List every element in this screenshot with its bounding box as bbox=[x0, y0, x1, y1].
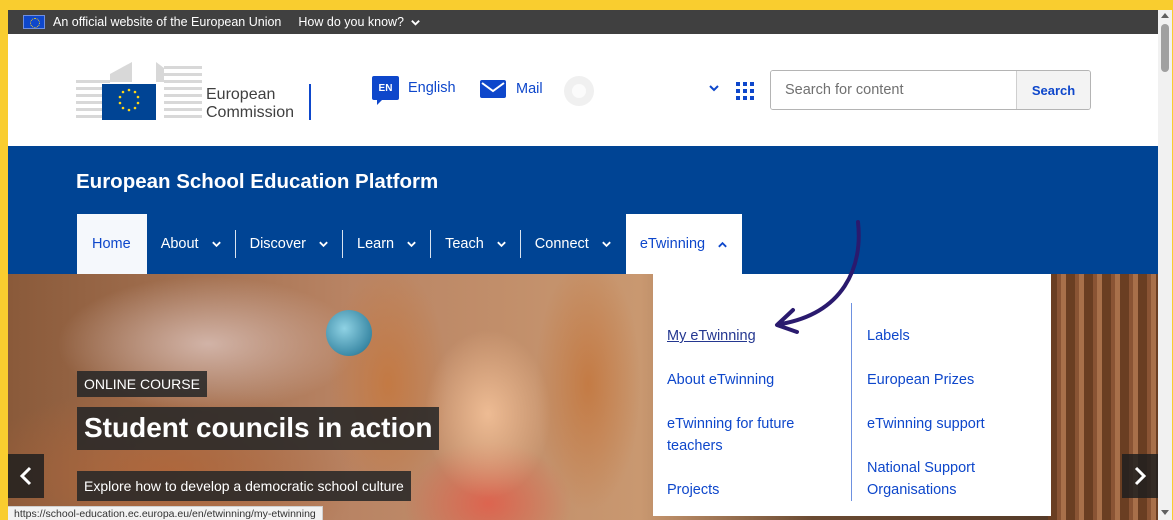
dropdown-link-labels[interactable]: Labels bbox=[867, 325, 910, 347]
browser-viewport: An official website of the European Unio… bbox=[8, 10, 1172, 520]
search-button[interactable]: Search bbox=[1016, 71, 1090, 109]
nav-item-about[interactable]: About bbox=[147, 214, 236, 274]
how-do-you-know-toggle[interactable]: How do you know? bbox=[298, 15, 421, 29]
eu-official-bar: An official website of the European Unio… bbox=[8, 10, 1158, 34]
dropdown-link-projects[interactable]: Projects bbox=[667, 479, 719, 501]
chevron-up-icon bbox=[718, 241, 727, 247]
mail-link[interactable]: Mail bbox=[480, 80, 543, 98]
how-do-you-know-label: How do you know? bbox=[298, 15, 405, 29]
dropdown-link-my-etwinning[interactable]: My eTwinning bbox=[667, 325, 756, 347]
european-commission-logo[interactable]: European Commission bbox=[76, 60, 316, 122]
language-code-icon: EN bbox=[372, 76, 399, 105]
browser-status-url: https://school-education.ec.europa.eu/en… bbox=[8, 506, 323, 520]
nav-item-learn[interactable]: Learn bbox=[343, 214, 432, 274]
site-banner: European School Education Platform Home … bbox=[8, 146, 1158, 274]
chevron-left-icon bbox=[19, 466, 32, 486]
nav-item-discover[interactable]: Discover bbox=[236, 214, 344, 274]
apps-grid-icon[interactable] bbox=[736, 82, 754, 100]
dropdown-link-national-support[interactable]: National Support Organisations bbox=[867, 457, 1037, 501]
dropdown-link-european-prizes[interactable]: European Prizes bbox=[867, 369, 974, 391]
scroll-up-icon[interactable] bbox=[1161, 13, 1169, 18]
nav-item-home[interactable]: Home bbox=[77, 214, 147, 274]
chevron-down-icon bbox=[319, 241, 328, 247]
language-selector[interactable]: EN English bbox=[372, 76, 456, 105]
carousel-next-button[interactable] bbox=[1122, 454, 1158, 498]
hero-photo-globe bbox=[326, 310, 372, 356]
scroll-down-icon[interactable] bbox=[1161, 510, 1169, 515]
dropdown-link-etwinning-support[interactable]: eTwinning support bbox=[867, 413, 985, 435]
carousel-prev-button[interactable] bbox=[8, 454, 44, 498]
official-site-text: An official website of the European Unio… bbox=[53, 15, 282, 29]
scroll-thumb[interactable] bbox=[1161, 24, 1169, 72]
commission-building-icon bbox=[76, 62, 202, 120]
nav-item-teach[interactable]: Teach bbox=[431, 214, 521, 274]
dropdown-link-about-etwinning[interactable]: About eTwinning bbox=[667, 369, 774, 391]
mail-label: Mail bbox=[516, 81, 543, 97]
hero-subtitle: Explore how to develop a democratic scho… bbox=[77, 471, 411, 501]
search-input[interactable] bbox=[771, 71, 1016, 109]
hero-title[interactable]: Student councils in action bbox=[77, 407, 440, 450]
logo-divider bbox=[309, 84, 311, 120]
chevron-down-icon bbox=[411, 19, 420, 26]
chevron-down-icon bbox=[601, 241, 611, 247]
chevron-right-icon bbox=[1134, 466, 1147, 486]
site-title[interactable]: European School Education Platform bbox=[76, 170, 438, 194]
page-scrollbar[interactable] bbox=[1158, 10, 1172, 520]
chevron-down-icon bbox=[211, 241, 221, 247]
logo-text: European Commission bbox=[206, 86, 295, 121]
chevron-down-icon bbox=[496, 241, 506, 247]
site-header: European Commission EN English Mail Sear… bbox=[8, 34, 1158, 146]
search-form: Search bbox=[770, 70, 1091, 110]
user-avatar[interactable] bbox=[564, 76, 594, 106]
chevron-down-icon bbox=[407, 241, 416, 247]
hero-tag: ONLINE COURSE bbox=[77, 371, 207, 397]
chevron-down-icon[interactable] bbox=[708, 84, 720, 94]
mail-icon bbox=[480, 80, 506, 98]
nav-item-etwinning[interactable]: eTwinning bbox=[625, 214, 743, 274]
language-label: English bbox=[408, 80, 456, 96]
eu-flag-icon bbox=[23, 15, 45, 29]
annotation-arrow-icon bbox=[775, 220, 861, 334]
nav-item-connect[interactable]: Connect bbox=[521, 214, 626, 274]
dropdown-link-future-teachers[interactable]: eTwinning for future teachers bbox=[667, 413, 837, 457]
main-nav: Home About Discover Learn Teach Connect bbox=[77, 214, 743, 274]
